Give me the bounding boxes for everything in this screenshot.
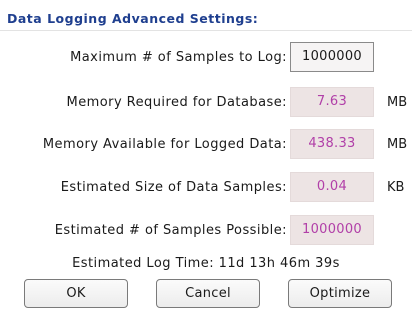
sample-size-unit: KB	[387, 180, 405, 195]
title-divider	[0, 30, 412, 31]
sample-size-value: 0.04	[290, 172, 374, 202]
memory-available-value: 438.33	[290, 129, 374, 159]
estimated-log-time: Estimated Log Time: 11d 13h 46m 39s	[72, 256, 340, 271]
label-memory-required: Memory Required for Database:	[66, 95, 287, 110]
optimize-button[interactable]: Optimize	[288, 279, 392, 308]
label-samples-possible: Estimated # of Samples Possible:	[54, 223, 287, 238]
memory-required-unit: MB	[387, 95, 408, 110]
memory-required-value: 7.63	[290, 87, 374, 117]
label-memory-available: Memory Available for Logged Data:	[42, 137, 287, 152]
dialog-title: Data Logging Advanced Settings:	[7, 11, 259, 26]
ok-button[interactable]: OK	[24, 279, 128, 308]
memory-available-unit: MB	[387, 137, 408, 152]
max-samples-input[interactable]: 1000000	[290, 42, 374, 72]
samples-possible-value: 1000000	[290, 215, 374, 245]
label-sample-size: Estimated Size of Data Samples:	[60, 180, 287, 195]
cancel-button[interactable]: Cancel	[156, 279, 260, 308]
label-max-samples: Maximum # of Samples to Log:	[70, 50, 287, 65]
